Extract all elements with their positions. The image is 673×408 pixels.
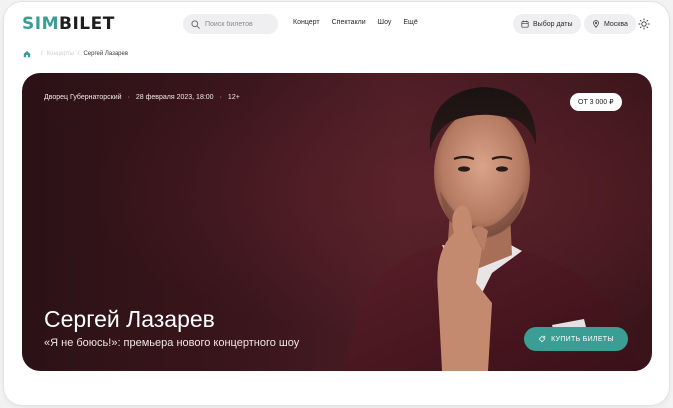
- nav-item-more[interactable]: Ещё: [403, 19, 417, 26]
- nav-item-show[interactable]: Шоу: [378, 19, 392, 26]
- home-icon[interactable]: [23, 50, 31, 58]
- meta-separator: ·: [127, 94, 130, 101]
- nav-item-concert[interactable]: Концерт: [293, 19, 320, 26]
- nav-item-plays[interactable]: Спектакли: [332, 19, 366, 26]
- ticket-icon: [538, 335, 546, 343]
- event-date: 28 февраля 2023, 18:00: [135, 94, 214, 101]
- event-meta: Дворец Губернаторский · 28 февраля 2023,…: [44, 94, 240, 101]
- breadcrumb-separator: /: [77, 51, 80, 57]
- date-picker-button[interactable]: Выбор даты: [513, 14, 581, 34]
- search-box[interactable]: [183, 14, 278, 34]
- buy-tickets-button[interactable]: КУПИТЬ БИЛЕТЫ: [524, 327, 628, 351]
- event-hero-banner: Дворец Губернаторский · 28 февраля 2023,…: [22, 73, 652, 371]
- logo[interactable]: SIMBILET: [22, 16, 115, 33]
- price-badge: ОТ 3 000 ₽: [570, 93, 622, 111]
- sun-icon[interactable]: [638, 18, 650, 30]
- event-title: Сергей Лазарев: [44, 306, 215, 332]
- meta-separator: ·: [219, 94, 222, 101]
- event-venue[interactable]: Дворец Губернаторский: [44, 94, 122, 101]
- calendar-icon: [521, 20, 529, 28]
- buy-tickets-label: КУПИТЬ БИЛЕТЫ: [551, 335, 614, 343]
- search-icon: [191, 19, 200, 29]
- date-picker-label: Выбор даты: [533, 20, 573, 28]
- event-subtitle: «Я не боюсь!»: премьера нового концертно…: [44, 337, 300, 349]
- app-window: SIMBILET Концерт Спектакли Шоу Ещё Выбор…: [4, 2, 669, 405]
- city-label: Москва: [604, 20, 628, 28]
- breadcrumb-section[interactable]: Концерты: [47, 51, 74, 57]
- search-input[interactable]: [205, 20, 275, 28]
- location-pin-icon: [593, 20, 599, 28]
- site-header: SIMBILET Концерт Спектакли Шоу Ещё Выбор…: [4, 2, 669, 46]
- logo-part-sim: SIM: [22, 14, 59, 34]
- age-rating: 12+: [227, 94, 240, 101]
- logo-part-bilet: BILET: [59, 14, 115, 34]
- breadcrumb-separator: /: [41, 51, 43, 57]
- city-select-button[interactable]: Москва: [584, 14, 636, 34]
- main-nav: Концерт Спектакли Шоу Ещё: [293, 19, 430, 26]
- breadcrumb: / Концерты / Сергей Лазарев: [23, 50, 128, 58]
- breadcrumb-current: Сергей Лазарев: [83, 51, 129, 57]
